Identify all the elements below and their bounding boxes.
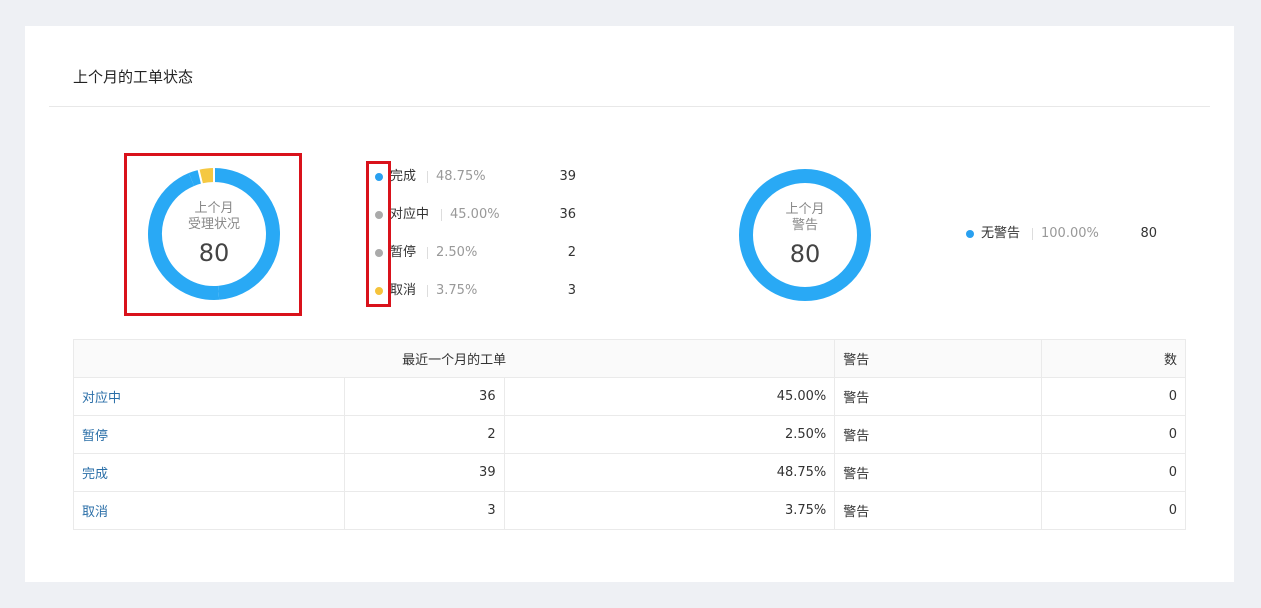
title-divider — [49, 106, 1210, 107]
legend-label: 完成 — [390, 169, 417, 184]
row-warning: 警告 — [834, 491, 1043, 530]
warning-legend-item[interactable]: 无警告 100.00% 80 — [966, 224, 1176, 244]
legend-separator — [441, 209, 442, 221]
legend-label: 对应中 — [390, 207, 430, 222]
row-status-link[interactable]: 对应中 — [73, 377, 345, 416]
legend-separator — [427, 247, 428, 259]
legend-label: 暂停 — [390, 245, 417, 260]
row-percentage: 2.50% — [503, 415, 836, 454]
legend-label: 取消 — [390, 283, 417, 298]
row-count: 2 — [343, 415, 505, 454]
legend-count: 80 — [1140, 226, 1157, 241]
legend-percentage: 48.75% — [436, 169, 486, 184]
row-warning: 警告 — [834, 453, 1043, 492]
highlight-box-donut — [124, 153, 302, 316]
page-title: 上个月的工单状态 — [73, 68, 194, 86]
status-legend-item[interactable]: 暂停 2.50% 2 — [375, 243, 585, 263]
table-header-count: 数 — [1041, 339, 1186, 378]
recent-orders-table: 最近一个月的工单 警告 数 对应中 36 45.00% 警告 0 暂停 2 2.50% 警告 0 完… — [72, 339, 1186, 530]
row-warning: 警告 — [834, 415, 1043, 454]
row-status-link[interactable]: 暂停 — [73, 415, 345, 454]
row-warning: 警告 — [834, 377, 1043, 416]
table-header-row: 最近一个月的工单 警告 数 — [72, 339, 1186, 378]
warning-donut-center: 上个月 警告 80 — [737, 167, 873, 303]
row-status-link[interactable]: 取消 — [73, 491, 345, 530]
row-warning-count: 0 — [1041, 415, 1186, 454]
legend-separator — [427, 171, 428, 183]
legend-count: 3 — [567, 283, 576, 298]
warning-donut-chart: 上个月 警告 80 — [737, 167, 873, 303]
highlight-box-legend-dots — [366, 161, 391, 307]
table-row: 取消 3 3.75% 警告 0 — [73, 491, 1186, 530]
legend-separator — [427, 285, 428, 297]
row-percentage: 3.75% — [503, 491, 836, 530]
legend-count: 39 — [559, 169, 576, 184]
legend-percentage: 45.00% — [450, 207, 500, 222]
warning-donut-line1: 上个月 — [785, 202, 825, 217]
row-warning-count: 0 — [1041, 453, 1186, 492]
legend-percentage: 3.75% — [436, 283, 478, 298]
legend-count: 2 — [567, 245, 576, 260]
row-count: 3 — [343, 491, 505, 530]
table-header-warning: 警告 — [834, 339, 1043, 378]
row-count: 36 — [343, 377, 505, 416]
table-row: 完成 39 48.75% 警告 0 — [73, 453, 1186, 492]
row-warning-count: 0 — [1041, 491, 1186, 530]
legend-count: 36 — [559, 207, 576, 222]
row-status-link[interactable]: 完成 — [73, 453, 345, 492]
legend-percentage: 2.50% — [436, 245, 478, 260]
status-legend-item[interactable]: 对应中 45.00% 36 — [375, 205, 585, 225]
row-warning-count: 0 — [1041, 377, 1186, 416]
legend-dot-icon — [966, 230, 974, 238]
warning-donut-line2: 警告 — [791, 218, 818, 233]
legend-label: 无警告 — [981, 226, 1021, 241]
table-header-orders: 最近一个月的工单 — [72, 339, 836, 378]
status-legend-item[interactable]: 取消 3.75% 3 — [375, 281, 585, 301]
table-row: 暂停 2 2.50% 警告 0 — [73, 415, 1186, 454]
warning-donut-total: 80 — [789, 240, 821, 268]
table-row: 对应中 36 45.00% 警告 0 — [73, 377, 1186, 416]
row-percentage: 45.00% — [503, 377, 836, 416]
legend-percentage: 100.00% — [1041, 226, 1099, 241]
legend-separator — [1032, 228, 1033, 240]
row-percentage: 48.75% — [503, 453, 836, 492]
status-legend-item[interactable]: 完成 48.75% 39 — [375, 167, 585, 187]
row-count: 39 — [343, 453, 505, 492]
